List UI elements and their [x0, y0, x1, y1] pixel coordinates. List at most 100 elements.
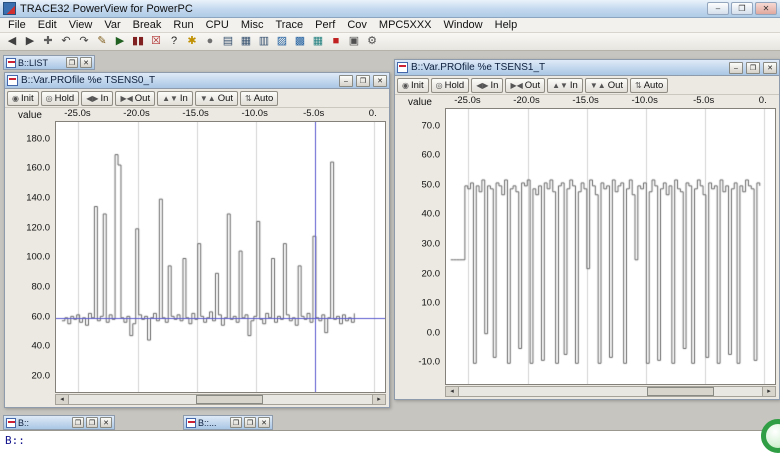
list-icon[interactable]: ▤: [220, 34, 236, 50]
auto-button[interactable]: ⇅ Auto: [240, 90, 279, 106]
scroll-thumb[interactable]: [196, 395, 263, 404]
close-button[interactable]: ✕: [755, 2, 777, 15]
time-tick-label: 0.: [758, 95, 767, 106]
register-icon[interactable]: ▥: [256, 34, 272, 50]
tools-icon[interactable]: ⚙: [364, 34, 380, 50]
init-button[interactable]: ◉ Init: [397, 77, 429, 93]
button-icon: ▼▲: [589, 80, 606, 90]
minimized-window-list[interactable]: B::LIST ❐ ✕: [3, 55, 95, 70]
menu-item[interactable]: Trace: [269, 19, 309, 31]
scale-in-button[interactable]: ▲▼ In: [547, 77, 583, 93]
menu-item[interactable]: Cov: [341, 19, 373, 31]
breakpoint-icon[interactable]: ●: [202, 34, 218, 50]
zoom-in-button[interactable]: ◀▶ In: [471, 77, 504, 93]
button-label: In: [569, 79, 578, 91]
main-titlebar[interactable]: TRACE32 PowerView for PowerPC – ❐ ✕: [0, 0, 780, 18]
menu-item[interactable]: Var: [98, 19, 126, 31]
add-window-icon[interactable]: ✚: [40, 34, 56, 50]
scroll-thumb[interactable]: [646, 387, 714, 396]
undo-icon[interactable]: ↶: [58, 34, 74, 50]
auto-button[interactable]: ⇅ Auto: [630, 77, 669, 93]
zoom-out-button[interactable]: ▶◀ Out: [115, 90, 156, 106]
restore-button[interactable]: ❐: [66, 57, 78, 68]
child-titlebar[interactable]: B::Var.PROfile %e TSENS0_T – ❐ ✕: [5, 73, 389, 89]
child-close-button[interactable]: ✕: [763, 61, 777, 74]
hold-button[interactable]: ◎ Hold: [430, 77, 470, 93]
child-titlebar[interactable]: B::Var.PROfile %e TSENS1_T – ❐ ✕: [395, 60, 779, 76]
time-axis: -25.0s -20.0s -15.0s -10.0s -5.0s 0.: [445, 95, 779, 108]
command-input[interactable]: B::: [0, 430, 780, 456]
y-tick-label: 80.0: [31, 281, 51, 293]
y-tick-label: 100.0: [26, 251, 50, 263]
window-controls: – ❐ ✕: [707, 2, 777, 15]
horizontal-scrollbar[interactable]: ◂ ▸: [55, 394, 386, 405]
memory-icon[interactable]: ▩: [292, 34, 308, 50]
close-button[interactable]: ✕: [80, 57, 92, 68]
scroll-track[interactable]: [459, 387, 762, 396]
menu-item[interactable]: Window: [438, 19, 489, 31]
profile-plot[interactable]: [55, 121, 386, 393]
redo-icon[interactable]: ↷: [76, 34, 92, 50]
y-tick-label: -10.0: [418, 356, 440, 368]
menu-item[interactable]: View: [63, 19, 99, 31]
go-icon[interactable]: ▶: [112, 34, 128, 50]
minimized-window-1[interactable]: B:: ❐ ❐ ✕: [3, 415, 115, 430]
menu-item[interactable]: Break: [127, 19, 168, 31]
close-window-icon[interactable]: ☒: [148, 34, 164, 50]
menu-item[interactable]: MPC5XXX: [373, 19, 438, 31]
break-icon[interactable]: ▮▮: [130, 34, 146, 50]
init-button[interactable]: ◉ Init: [7, 90, 39, 106]
child-maximize-button[interactable]: ❐: [356, 74, 370, 87]
scroll-left-button[interactable]: ◂: [446, 387, 459, 396]
zoom-in-button[interactable]: ◀▶ In: [81, 90, 114, 106]
menu-item[interactable]: File: [2, 19, 32, 31]
scroll-right-button[interactable]: ▸: [372, 395, 385, 404]
child-minimize-button[interactable]: –: [339, 74, 353, 87]
hold-button[interactable]: ◎ Hold: [40, 90, 80, 106]
close-button[interactable]: ✕: [258, 417, 270, 428]
scroll-spacer: [5, 394, 55, 405]
minimize-button[interactable]: –: [707, 2, 729, 15]
scroll-left-button[interactable]: ◂: [56, 395, 69, 404]
time-tick-label: -15.0s: [572, 95, 599, 106]
stop-icon[interactable]: ■: [328, 34, 344, 50]
restore-button[interactable]: ❐: [72, 417, 84, 428]
peripheral-icon[interactable]: ▦: [310, 34, 326, 50]
scale-out-button[interactable]: ▼▲ Out: [194, 90, 239, 106]
scroll-right-button[interactable]: ▸: [762, 387, 775, 396]
help-icon[interactable]: ?: [166, 34, 182, 50]
minimized-window-2[interactable]: B::... ❐ ❐ ✕: [183, 415, 273, 430]
chip-icon[interactable]: ▣: [346, 34, 362, 50]
tip-icon[interactable]: ✱: [184, 34, 200, 50]
maximize-button[interactable]: ❐: [731, 2, 753, 15]
button-icon: ▼▲: [199, 93, 216, 103]
profile-plot[interactable]: [445, 108, 776, 385]
child-close-button[interactable]: ✕: [373, 74, 387, 87]
forward-icon[interactable]: ▶: [22, 34, 38, 50]
back-icon[interactable]: ◀: [4, 34, 20, 50]
menu-item[interactable]: CPU: [200, 19, 235, 31]
edit-icon[interactable]: ✎: [94, 34, 110, 50]
horizontal-scrollbar[interactable]: ◂ ▸: [445, 386, 776, 397]
scale-out-button[interactable]: ▼▲ Out: [584, 77, 629, 93]
y-tick-label: 10.0: [421, 297, 441, 309]
close-button[interactable]: ✕: [100, 417, 112, 428]
menu-item[interactable]: Misc: [235, 19, 270, 31]
menu-item[interactable]: Edit: [32, 19, 63, 31]
menu-item[interactable]: Perf: [309, 19, 341, 31]
menu-item[interactable]: Help: [489, 19, 524, 31]
button-label: Auto: [643, 79, 664, 91]
dump-icon[interactable]: ▦: [238, 34, 254, 50]
scale-in-button[interactable]: ▲▼ In: [157, 90, 193, 106]
menu-item[interactable]: Run: [167, 19, 199, 31]
maximize-button[interactable]: ❐: [86, 417, 98, 428]
zoom-out-button[interactable]: ▶◀ Out: [505, 77, 546, 93]
profile-window-tsens0: B::Var.PROfile %e TSENS0_T – ❐ ✕ ◉ Init …: [4, 72, 390, 408]
watch-icon[interactable]: ▨: [274, 34, 290, 50]
button-label: In: [490, 79, 499, 91]
child-minimize-button[interactable]: –: [729, 61, 743, 74]
child-maximize-button[interactable]: ❐: [746, 61, 760, 74]
maximize-button[interactable]: ❐: [244, 417, 256, 428]
restore-button[interactable]: ❐: [230, 417, 242, 428]
scroll-track[interactable]: [69, 395, 372, 404]
